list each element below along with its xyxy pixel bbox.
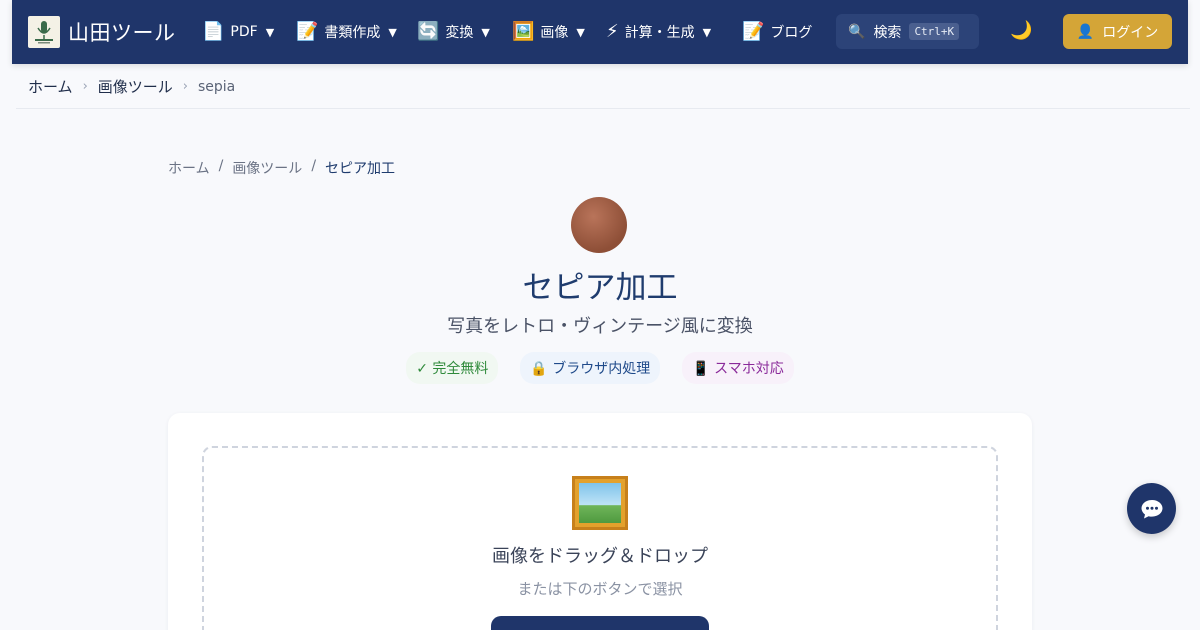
caret-down-icon: ▼ [481,25,490,39]
page-title: セピア加工 [522,270,678,306]
sepia-circle-icon [571,197,627,253]
chat-button[interactable] [1127,483,1176,534]
login-button[interactable]: 👤 ログイン [1063,14,1172,49]
dark-mode-toggle-icon[interactable]: 🌙 [1010,20,1032,41]
memo-icon: 📝 [742,21,765,42]
breadcrumb-current: セピア加工 [325,161,396,177]
header-divider [16,108,1190,109]
nav-label: 変換 [445,25,474,41]
nav-label: 計算・生成 [624,25,695,41]
breadcrumb-separator: / [311,158,317,174]
breadcrumb: ホーム › 画像ツール › sepia [28,76,235,97]
site-logo[interactable] [28,16,60,48]
caret-down-icon: ▼ [265,25,275,39]
browser-processing-badge: 🔒 ブラウザ内処理 [520,352,661,384]
drop-zone-subtitle: または下のボタンで選択 [517,580,683,598]
nav-label: 書類作成 [324,25,381,41]
nav-calculate-generate[interactable]: ⚡ 計算・生成 ▼ [606,20,711,44]
breadcrumb-separator: › [82,79,88,94]
nav-image[interactable]: 🖼️ 画像 ▼ [512,20,585,44]
mobile-support-badge: 📱 スマホ対応 [682,352,794,384]
nav-convert[interactable]: 🔄 変換 ▼ [417,20,490,44]
feature-badges: ✓ 完全無料 🔒 ブラウザ内処理 📱 スマホ対応 [0,352,1200,384]
search-shortcut-hint: Ctrl+K [909,23,960,40]
page-subtitle: 写真をレトロ・ヴィンテージ風に変換 [447,316,753,337]
breadcrumb-home-link[interactable]: ホーム [28,76,73,97]
user-icon: 👤 [1076,23,1095,40]
nav-document-creation[interactable]: 📝 書類作成 ▼ [296,20,397,44]
caret-down-icon: ▼ [576,25,585,39]
logo-emblem-icon [35,21,53,44]
drop-zone-title: 画像をドラッグ＆ドロップ [492,546,708,567]
framed-picture-icon: 🖼️ [512,21,535,42]
top-navigation-bar: 山田ツール 📄 PDF ▼ 📝 書類作成 ▼ 🔄 変換 ▼ 🖼️ 画像 ▼ ⚡ … [12,0,1188,64]
login-label: ログイン [1102,24,1159,41]
search-button[interactable]: 🔍 検索 Ctrl+K [836,14,979,49]
page: 山田ツール 📄 PDF ▼ 📝 書類作成 ▼ 🔄 変換 ▼ 🖼️ 画像 ▼ ⚡ … [0,0,1200,630]
breadcrumb-image-tools-link[interactable]: 画像ツール [98,76,173,97]
search-icon: 🔍 [848,23,866,40]
lightning-icon: ⚡ [606,21,619,42]
image-drop-zone[interactable] [202,446,998,630]
free-badge: ✓ 完全無料 [406,352,499,384]
framed-picture-icon [572,476,628,530]
document-icon: 📄 [202,21,225,42]
breadcrumb-home-link[interactable]: ホーム [168,158,210,178]
breadcrumb-image-tools-link[interactable]: 画像ツール [232,158,302,178]
caret-down-icon: ▼ [702,25,712,39]
brand-name[interactable]: 山田ツール [68,17,176,47]
nav-label: 画像 [540,25,569,41]
breadcrumb-separator: / [218,158,224,174]
nav-label: PDF [230,24,258,40]
breadcrumb-current: sepia [197,78,236,95]
caret-down-icon: ▼ [388,25,397,39]
select-image-button[interactable] [491,616,709,630]
chat-bubble-icon [1141,499,1162,518]
nav-blog[interactable]: 📝 ブログ [742,20,812,44]
breadcrumb-separator: › [182,79,188,94]
content-breadcrumb: ホーム / 画像ツール / セピア加工 [168,158,395,178]
memo-icon: 📝 [296,21,319,42]
search-label: 検索 [873,24,902,41]
nav-label: ブログ [770,25,813,41]
convert-arrows-icon: 🔄 [417,21,440,42]
nav-pdf[interactable]: 📄 PDF ▼ [202,20,274,44]
